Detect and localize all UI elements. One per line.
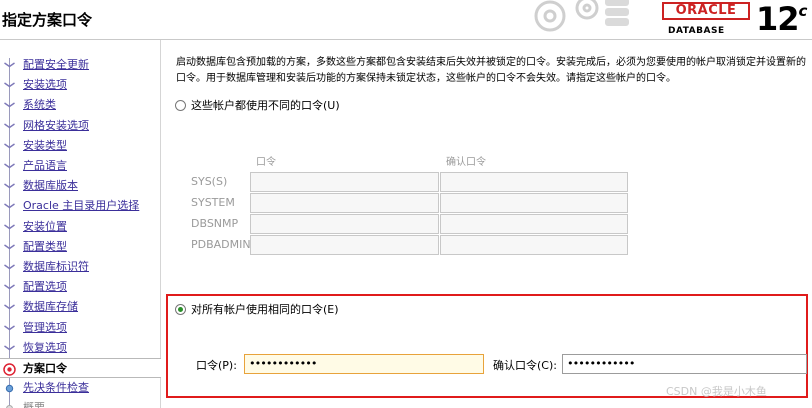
- sidebar-item-6[interactable]: 产品语言: [0, 156, 161, 176]
- account-confirm-field[interactable]: [440, 172, 628, 192]
- sidebar-item-label: 数据库版本: [23, 179, 78, 193]
- sidebar-item-label: Oracle 主目录用户选择: [23, 199, 140, 213]
- account-label: SYSTEM: [191, 196, 235, 209]
- sidebar-item-13[interactable]: 数据库存储: [0, 297, 161, 317]
- pending-step-icon: [5, 382, 14, 396]
- main-panel: 启动数据库包含预加载的方案，多数这些方案都包含安装结束后失效并被锁定的口令。安装…: [162, 40, 812, 408]
- sidebar-item-7[interactable]: 数据库版本: [0, 176, 161, 196]
- sidebar-item-1[interactable]: 配置安全更新: [0, 55, 161, 75]
- account-label: SYS(S): [191, 175, 228, 188]
- completed-step-icon: [4, 301, 15, 315]
- database-wordmark: DATABASE: [668, 26, 725, 36]
- sidebar-item-label: 先决条件检查: [23, 381, 89, 395]
- page-title: 指定方案口令: [2, 11, 93, 29]
- completed-step-icon: [4, 119, 15, 133]
- sidebar-item-label: 安装类型: [23, 138, 67, 152]
- sidebar-item-label: 管理选项: [23, 320, 67, 334]
- sidebar-item-15[interactable]: 恢复选项: [0, 338, 161, 358]
- watermark-text: CSDN @我是小木鱼: [666, 385, 767, 398]
- completed-step-icon: [4, 321, 15, 335]
- account-password-field[interactable]: [250, 235, 439, 255]
- step-navigation: 配置安全更新 安装选项系统类网格安装选项 安装类型产品语言数据库版本 Oracle 主…: [0, 40, 161, 408]
- sidebar-item-5[interactable]: 安装类型: [0, 136, 161, 156]
- sidebar-item-14[interactable]: 管理选项: [0, 318, 161, 338]
- completed-step-icon: [4, 240, 15, 254]
- sidebar-item-label: 产品语言: [23, 159, 67, 172]
- description-text: 启动数据库包含预加载的方案，多数这些方案都包含安装结束后失效并被锁定的口令。安装…: [176, 57, 806, 84]
- current-step-icon: [3, 363, 16, 376]
- sidebar-item-label: 方案口令: [23, 362, 67, 375]
- confirm-password-label: 确认口令(C):: [493, 359, 557, 372]
- sidebar-item-18[interactable]: 概要: [0, 398, 161, 408]
- sidebar-item-10[interactable]: 配置类型: [0, 237, 161, 257]
- password-input[interactable]: ••••••••••••: [244, 354, 484, 374]
- password-label: 口令(P):: [196, 359, 237, 372]
- oracle-wordmark: ORACLE: [662, 2, 750, 20]
- sidebar-item-label: 网格安装选项: [23, 118, 89, 132]
- account-password-field[interactable]: [250, 214, 439, 234]
- sidebar-item-label: 恢复选项: [23, 340, 67, 354]
- account-password-field[interactable]: [250, 193, 439, 213]
- sidebar-item-8[interactable]: Oracle 主目录用户选择: [0, 196, 161, 216]
- sidebar-item-label: 配置安全更新: [23, 58, 89, 71]
- sidebar-item-label: 配置类型: [23, 239, 67, 253]
- radio-different-label: 这些帐户都使用不同的口令(U): [191, 99, 340, 112]
- sidebar-item-label: 配置选项: [23, 280, 67, 294]
- account-confirm-field[interactable]: [440, 235, 628, 255]
- completed-step-icon: [4, 180, 15, 194]
- sidebar-item-11[interactable]: 数据库标识符: [0, 257, 161, 277]
- account-label: DBSNMP: [191, 217, 239, 230]
- sidebar-item-label: 安装位置: [23, 219, 67, 233]
- account-password-field[interactable]: [250, 172, 439, 192]
- radio-same-label: 对所有帐户使用相同的口令(E): [191, 303, 339, 316]
- radio-different-passwords[interactable]: 这些帐户都使用不同的口令(U): [175, 97, 340, 113]
- sidebar-item-17[interactable]: 先决条件检查: [0, 378, 161, 398]
- completed-step-icon: [4, 281, 15, 295]
- sidebar-item-9[interactable]: 安装位置: [0, 217, 161, 237]
- completed-step-icon: [4, 99, 15, 113]
- version-badge: 12c: [756, 0, 807, 38]
- sidebar-item-label: 数据库标识符: [23, 260, 89, 273]
- completed-step-icon: [4, 79, 15, 93]
- sidebar-item-label: 系统类: [23, 98, 56, 112]
- account-confirm-field[interactable]: [440, 214, 628, 234]
- radio-circle-icon[interactable]: [175, 99, 186, 111]
- account-confirm-field[interactable]: [440, 193, 628, 213]
- sidebar-item-2[interactable]: 安装选项: [0, 75, 161, 95]
- sidebar-item-3[interactable]: 系统类: [0, 95, 161, 115]
- oracle-logo: ORACLE DATABASE 12c: [662, 0, 812, 39]
- installer-window: 指定方案口令 ORACLE DATABASE 12c 配置安全更新 安装选项系统类…: [0, 0, 812, 408]
- completed-step-icon: [4, 200, 15, 214]
- radio-same-password[interactable]: 对所有帐户使用相同的口令(E): [175, 301, 339, 317]
- column-header-password: 口令: [256, 157, 276, 168]
- completed-step-icon: [4, 59, 15, 72]
- header-bar: 指定方案口令 ORACLE DATABASE 12c: [0, 0, 812, 40]
- completed-step-icon: [4, 160, 15, 173]
- sidebar-item-12[interactable]: 配置选项: [0, 277, 161, 297]
- completed-step-icon: [4, 261, 15, 274]
- sidebar-item-label: 安装选项: [23, 78, 67, 92]
- sidebar-item-label: 数据库存储: [23, 300, 78, 314]
- radio-checked-icon[interactable]: [175, 303, 186, 315]
- completed-step-icon: [4, 341, 15, 355]
- account-label: PDBADMIN: [191, 238, 251, 251]
- sidebar-item-label: 概要: [23, 401, 45, 408]
- column-header-confirm: 确认口令: [446, 157, 486, 168]
- completed-step-icon: [4, 220, 15, 234]
- confirm-password-input[interactable]: ••••••••••••: [562, 354, 807, 374]
- pending-step-icon: [6, 402, 13, 408]
- sidebar-item-16[interactable]: 方案口令: [0, 358, 161, 378]
- completed-step-icon: [4, 139, 15, 153]
- sidebar-item-4[interactable]: 网格安装选项: [0, 116, 161, 136]
- gears-graphic-icon: [534, 0, 629, 32]
